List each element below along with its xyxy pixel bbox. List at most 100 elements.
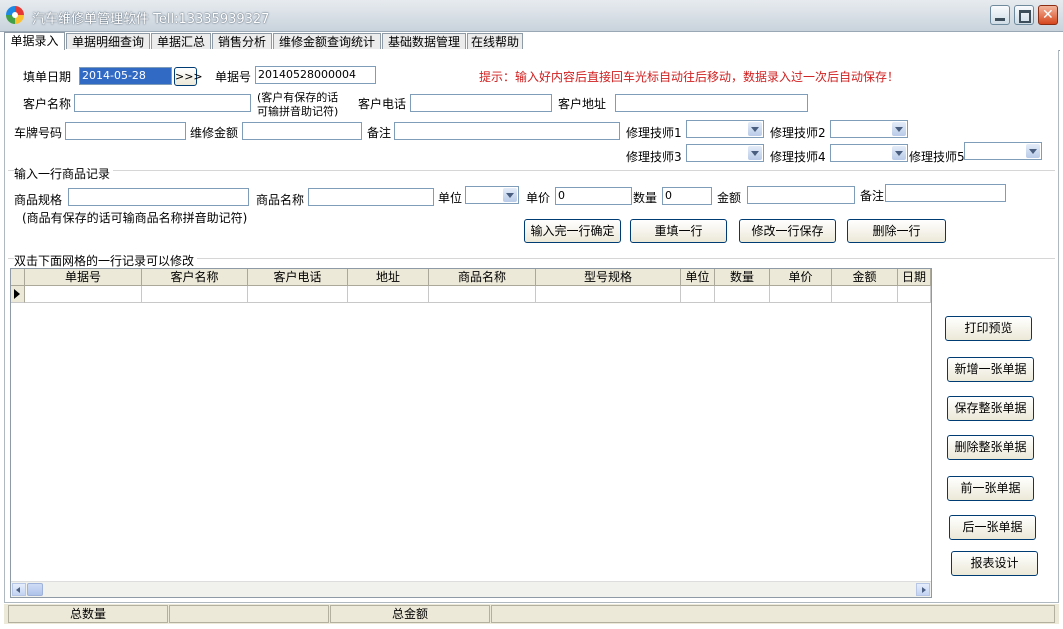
goods-qty-label: 数量 bbox=[633, 191, 658, 205]
grid-cell[interactable] bbox=[142, 286, 248, 303]
goods-name-label: 商品名称 bbox=[256, 193, 305, 207]
column-header[interactable]: 日期 bbox=[898, 269, 931, 286]
column-header[interactable]: 单价 bbox=[770, 269, 832, 286]
customer-name-input[interactable] bbox=[74, 94, 251, 112]
goods-amount-label: 金额 bbox=[717, 191, 742, 205]
hint-text: 提示：输入好内容后直接回车光标自动往后移动，数据录入过一次后自动保存！ bbox=[479, 70, 900, 84]
tab-repair-amount-stats[interactable]: 维修金额查询统计 bbox=[273, 33, 381, 49]
maximize-icon bbox=[1019, 10, 1031, 23]
column-header[interactable]: 型号规格 bbox=[536, 269, 681, 286]
column-header[interactable]: 地址 bbox=[348, 269, 429, 286]
tab-sales-analysis[interactable]: 销售分析 bbox=[212, 33, 272, 49]
status-cell bbox=[169, 605, 329, 623]
customer-address-input[interactable] bbox=[615, 94, 808, 112]
minimize-icon bbox=[995, 18, 1005, 21]
row-pointer-icon bbox=[14, 289, 20, 299]
goods-price-label: 单价 bbox=[526, 191, 551, 205]
grid-cell[interactable] bbox=[681, 286, 715, 303]
tab-bill-detail-query[interactable]: 单据明细查询 bbox=[66, 33, 150, 49]
bill-number-input[interactable]: 20140528000004 bbox=[255, 66, 376, 84]
tech2-select[interactable] bbox=[830, 120, 908, 138]
repair-amount-input[interactable] bbox=[242, 122, 362, 140]
goods-remark-input[interactable] bbox=[885, 184, 1006, 202]
goods-amount-input[interactable] bbox=[747, 186, 855, 204]
scroll-thumb[interactable] bbox=[27, 583, 43, 596]
next-bill-button[interactable]: 后一张单据 bbox=[949, 515, 1036, 540]
print-preview-button[interactable]: 打印预览 bbox=[945, 316, 1032, 341]
grid-cell[interactable] bbox=[770, 286, 832, 303]
previous-bill-button[interactable]: 前一张单据 bbox=[947, 476, 1034, 501]
refill-row-button[interactable]: 重填一行 bbox=[630, 219, 727, 243]
customer-note-2: 可输拼音助记符) bbox=[257, 105, 339, 118]
column-header[interactable]: 单位 bbox=[681, 269, 715, 286]
modify-row-button[interactable]: 修改一行保存 bbox=[739, 219, 836, 243]
scroll-right-button[interactable] bbox=[916, 583, 930, 596]
horizontal-scrollbar[interactable] bbox=[11, 581, 931, 597]
confirm-row-button[interactable]: 输入完一行确定 bbox=[524, 219, 621, 243]
repair-amount-label: 维修金额 bbox=[190, 126, 239, 140]
goods-unit-label: 单位 bbox=[438, 191, 463, 205]
close-button[interactable]: ✕ bbox=[1038, 5, 1058, 25]
grid-cell[interactable] bbox=[429, 286, 536, 303]
scroll-left-button[interactable] bbox=[12, 583, 26, 596]
tech2-label: 修理技师2 bbox=[770, 126, 826, 140]
column-header[interactable]: 客户名称 bbox=[142, 269, 248, 286]
grid-cell[interactable] bbox=[348, 286, 429, 303]
grid-cell[interactable] bbox=[898, 286, 931, 303]
chevron-down-icon bbox=[503, 188, 517, 202]
arrow-left-icon bbox=[16, 587, 20, 593]
tab-online-help[interactable]: 在线帮助 bbox=[467, 33, 523, 49]
column-header[interactable]: 客户电话 bbox=[248, 269, 348, 286]
close-icon: ✕ bbox=[1042, 7, 1054, 23]
goods-unit-select[interactable] bbox=[465, 186, 519, 204]
plate-input[interactable] bbox=[65, 122, 186, 140]
tech1-select[interactable] bbox=[686, 120, 764, 138]
new-bill-button[interactable]: 新增一张单据 bbox=[947, 357, 1034, 382]
tech3-select[interactable] bbox=[686, 144, 764, 162]
remark-input[interactable] bbox=[394, 122, 620, 140]
tech3-label: 修理技师3 bbox=[626, 150, 682, 164]
column-header[interactable]: 商品名称 bbox=[429, 269, 536, 286]
minimize-button[interactable] bbox=[990, 5, 1010, 25]
chevron-down-icon bbox=[892, 146, 906, 160]
goods-name-input[interactable] bbox=[308, 188, 434, 206]
column-header[interactable]: 数量 bbox=[715, 269, 770, 286]
tab-bill-summary[interactable]: 单据汇总 bbox=[151, 33, 211, 49]
delete-row-button[interactable]: 删除一行 bbox=[847, 219, 946, 243]
report-design-button[interactable]: 报表设计 bbox=[951, 551, 1038, 576]
maximize-button[interactable] bbox=[1014, 5, 1034, 25]
row-pointer[interactable] bbox=[11, 286, 25, 303]
column-header[interactable]: 金额 bbox=[832, 269, 898, 286]
goods-spec-label: 商品规格 bbox=[14, 193, 63, 207]
plate-label: 车牌号码 bbox=[14, 126, 63, 140]
goods-spec-input[interactable] bbox=[68, 188, 249, 206]
customer-name-label: 客户名称 bbox=[23, 97, 72, 111]
grid-cell[interactable] bbox=[536, 286, 681, 303]
column-header[interactable]: 单据号 bbox=[25, 269, 142, 286]
tech5-select[interactable] bbox=[964, 142, 1042, 160]
tech5-label: 修理技师5 bbox=[909, 150, 965, 164]
tech4-select[interactable] bbox=[830, 144, 908, 162]
grid-cell[interactable] bbox=[832, 286, 898, 303]
tab-basic-data[interactable]: 基础数据管理 bbox=[382, 33, 466, 49]
grid-cell[interactable] bbox=[715, 286, 770, 303]
customer-address-label: 客户地址 bbox=[558, 97, 607, 111]
remark-label: 备注 bbox=[367, 126, 392, 140]
tab-bill-entry[interactable]: 单据录入 bbox=[4, 32, 65, 51]
section-divider bbox=[8, 170, 1055, 171]
grid-cell[interactable] bbox=[25, 286, 142, 303]
title-bar: 汽车维修单管理软件 Tell:13335939327 ✕ bbox=[0, 0, 1063, 32]
date-label: 填单日期 bbox=[23, 70, 72, 84]
goods-qty-input[interactable]: 0 bbox=[662, 187, 712, 205]
save-bill-button[interactable]: 保存整张单据 bbox=[947, 396, 1034, 421]
delete-bill-button[interactable]: 删除整张单据 bbox=[947, 435, 1034, 460]
grid-cell[interactable] bbox=[248, 286, 348, 303]
date-picker-button[interactable]: >>> bbox=[174, 67, 203, 86]
customer-phone-label: 客户电话 bbox=[358, 97, 407, 111]
records-grid[interactable]: 单据号 客户名称 客户电话 地址 商品名称 型号规格 单位 数量 单价 金额 日… bbox=[10, 268, 932, 598]
chevron-down-icon bbox=[1026, 144, 1040, 158]
tab-bar: 单据录入 单据明细查询 单据汇总 销售分析 维修金额查询统计 基础数据管理 在线… bbox=[4, 32, 1060, 51]
customer-phone-input[interactable] bbox=[410, 94, 552, 112]
goods-price-input[interactable]: 0 bbox=[555, 187, 632, 205]
date-input[interactable]: 2014-05-28 bbox=[79, 67, 172, 85]
